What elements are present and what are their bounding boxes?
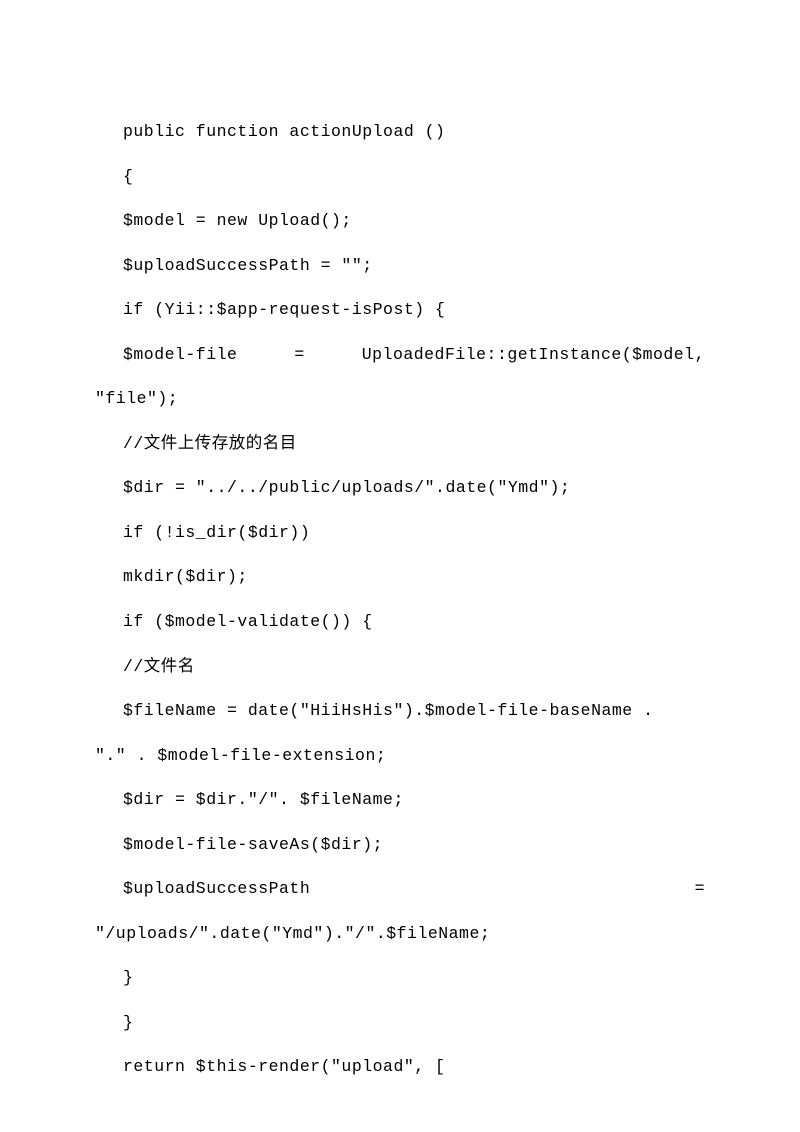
code-fragment: =: [294, 333, 304, 378]
code-line: {: [95, 155, 705, 200]
code-line: if (!is_dir($dir)): [95, 511, 705, 556]
code-line: public function actionUpload (): [95, 110, 705, 155]
code-fragment: =: [695, 867, 705, 912]
code-line: "file");: [95, 377, 705, 422]
code-line: return $this-render("upload", [: [95, 1045, 705, 1090]
code-fragment: UploadedFile::getInstance($model,: [362, 333, 705, 378]
code-line: $fileName = date("HiiHsHis").$model-file…: [95, 689, 705, 734]
code-line: $model-file-saveAs($dir);: [95, 823, 705, 868]
code-line: "/uploads/".date("Ymd")."/".$fileName;: [95, 912, 705, 957]
code-line: //文件名: [95, 645, 705, 690]
code-line: }: [95, 1001, 705, 1046]
code-block: public function actionUpload () { $model…: [95, 110, 705, 1090]
code-line: $model-file = UploadedFile::getInstance(…: [95, 333, 705, 378]
code-line: $uploadSuccessPath = "";: [95, 244, 705, 289]
code-line: $model = new Upload();: [95, 199, 705, 244]
code-line: "." . $model-file-extension;: [95, 734, 705, 779]
code-line: //文件上传存放的名目: [95, 422, 705, 467]
code-line: $dir = $dir."/". $fileName;: [95, 778, 705, 823]
code-line: $uploadSuccessPath =: [95, 867, 705, 912]
code-line: }: [95, 956, 705, 1001]
code-fragment: $uploadSuccessPath: [123, 867, 310, 912]
code-line: if ($model-validate()) {: [95, 600, 705, 645]
code-line: if (Yii::$app-request-isPost) {: [95, 288, 705, 333]
code-fragment: $model-file: [123, 333, 237, 378]
code-line: mkdir($dir);: [95, 555, 705, 600]
code-line: $dir = "../../public/uploads/".date("Ymd…: [95, 466, 705, 511]
